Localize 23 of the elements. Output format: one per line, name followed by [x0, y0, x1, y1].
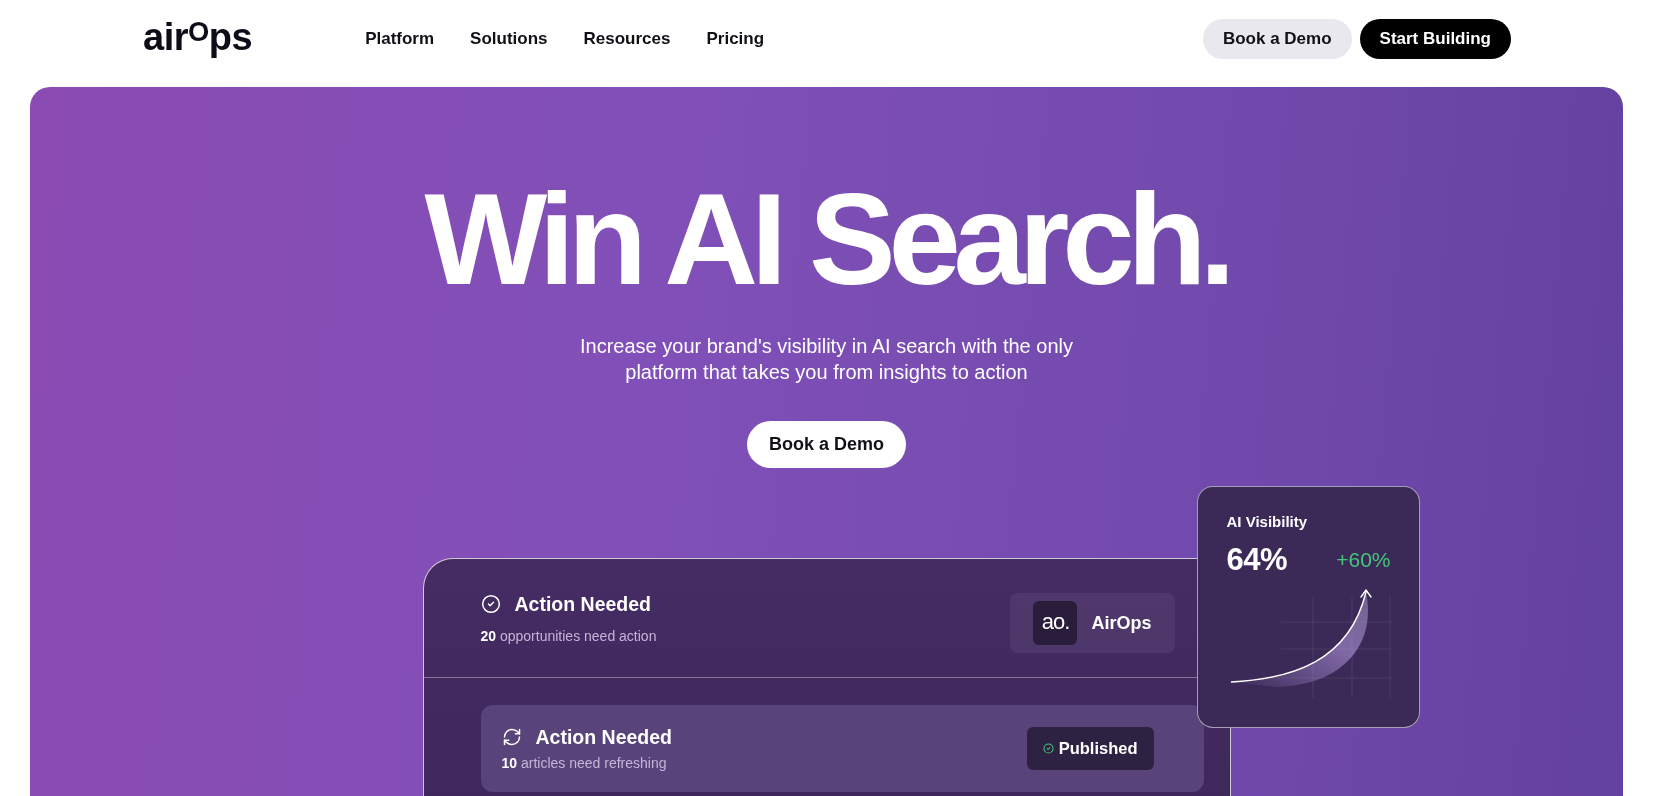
- start-building-button[interactable]: Start Building: [1359, 18, 1511, 59]
- refresh-icon: [501, 727, 522, 747]
- action-title: Action Needed: [514, 591, 652, 616]
- hero-subtitle: Increase your brand's visibility in AI search with the only platform that takes you from insights to action: [579, 334, 1074, 385]
- brand-name: AirOps: [1091, 612, 1152, 634]
- hero-title: Win AI Search.: [424, 174, 1229, 304]
- task-title: Action Needed: [535, 725, 673, 749]
- visibility-value: 64%: [1226, 542, 1288, 578]
- book-demo-button[interactable]: Book a Demo: [747, 421, 906, 468]
- nav-link[interactable]: Platform: [365, 28, 435, 49]
- visibility-change: +60%: [1336, 547, 1391, 573]
- logo-wordmark[interactable]: air$^{O}$ps: [143, 17, 253, 56]
- task-detail: 10 articles need refreshing: [501, 754, 668, 772]
- status-label: Published: [1058, 739, 1138, 758]
- book-demo-button[interactable]: Book a Demo: [1202, 18, 1352, 59]
- nav-link[interactable]: Pricing: [706, 28, 765, 49]
- check-circle-icon: [480, 593, 501, 614]
- action-detail: 20 opportunities need action: [480, 626, 657, 645]
- brand-logo-tile: ao.: [1033, 601, 1078, 645]
- check-circle-icon: [1042, 743, 1054, 754]
- nav-link[interactable]: Resources: [583, 28, 671, 49]
- visibility-title: AI Visibility: [1226, 512, 1309, 532]
- nav-link[interactable]: Solutions: [470, 28, 548, 49]
